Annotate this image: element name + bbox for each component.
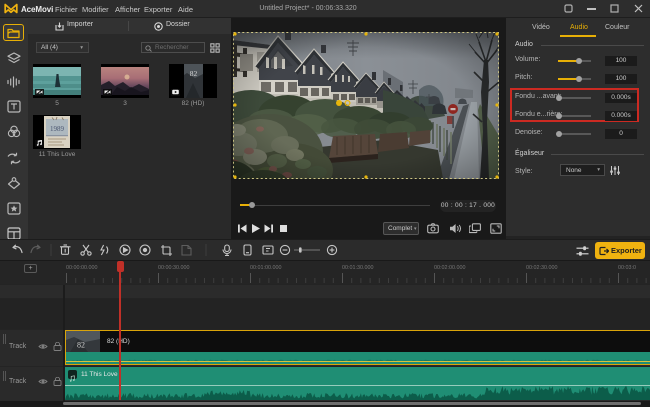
- svg-text:00:00:00.000: 00:00:00.000: [66, 265, 97, 271]
- svg-text:00:01:30.000: 00:01:30.000: [342, 265, 373, 271]
- svg-text:82: 82: [190, 69, 198, 78]
- svg-text:00:02:30.000: 00:02:30.000: [526, 265, 557, 271]
- svg-text:1989: 1989: [50, 125, 65, 133]
- svg-text:00:03:0: 00:03:0: [618, 265, 636, 271]
- svg-text:00:01:00.000: 00:01:00.000: [250, 265, 281, 271]
- svg-text:00:02:00.000: 00:02:00.000: [434, 265, 465, 271]
- svg-text:82: 82: [77, 341, 85, 350]
- svg-text:00:00:30.000: 00:00:30.000: [158, 265, 189, 271]
